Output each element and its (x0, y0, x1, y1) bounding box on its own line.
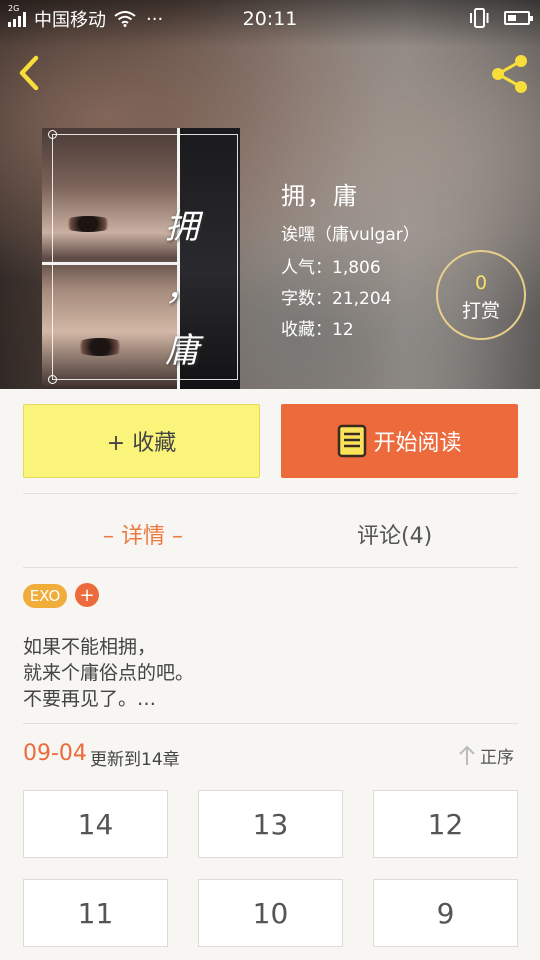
chapter-button[interactable]: 10 (198, 879, 343, 947)
book-cover[interactable]: 拥 ， 庸 (42, 128, 240, 389)
status-right (468, 8, 533, 28)
favorites-stat: 收藏：12 (281, 320, 354, 340)
battery-icon (504, 11, 533, 25)
book-author[interactable]: 诶嘿（庸vulgar） (281, 220, 420, 245)
sort-order-button[interactable]: 正序 (458, 743, 514, 768)
arrow-up-icon (459, 745, 475, 765)
popularity-stat: 人气：1,806 (281, 258, 381, 278)
chapter-button[interactable]: 14 (23, 790, 168, 858)
start-reading-label: 开始阅读 (373, 431, 462, 456)
tab-comments[interactable]: 评论(4) (357, 518, 432, 550)
description-line: 如果不能相拥， (23, 636, 157, 658)
vibrate-icon (470, 8, 489, 28)
description-line[interactable]: 不要再见了。… (23, 684, 156, 711)
chapter-button[interactable]: 12 (373, 790, 518, 858)
tab-details[interactable]: – 详情 – (103, 518, 183, 550)
tip-label: 打赏 (461, 300, 500, 322)
cover-frame-dot (48, 375, 57, 384)
cover-frame-dot (48, 130, 57, 139)
clock: 20:11 (242, 8, 298, 30)
start-reading-button[interactable]: 开始阅读 (281, 404, 518, 478)
update-status: 更新到14章 (90, 750, 180, 770)
add-favorite-label: + 收藏 (106, 431, 177, 456)
word-count-stat: 字数：21,204 (281, 289, 392, 309)
divider (23, 567, 518, 568)
book-header: 2G 中国移动 ··· 20:11 拥 ， 庸 拥，庸 诶嘿（庸vulgar） … (0, 0, 540, 389)
divider (23, 493, 518, 494)
cover-title-char: ， (165, 269, 199, 309)
tip-button[interactable]: 0 打赏 (436, 250, 526, 340)
tag-exo[interactable]: EXO (23, 584, 67, 608)
cover-title: 拥 ， 庸 (157, 196, 207, 382)
add-tag-button[interactable]: + (75, 583, 99, 607)
status-bar: 2G 中国移动 ··· 20:11 (0, 0, 540, 38)
book-title: 拥，庸 (281, 182, 359, 210)
book-icon (338, 424, 367, 458)
chapter-button[interactable]: 9 (373, 879, 518, 947)
description-line: 就来个庸俗点的吧。 (23, 662, 195, 684)
add-favorite-button[interactable]: + 收藏 (23, 404, 260, 478)
share-button[interactable] (488, 52, 532, 96)
back-button[interactable] (14, 52, 46, 94)
cover-title-char: 拥 (165, 207, 199, 247)
sort-order-label: 正序 (480, 748, 514, 768)
chapter-button[interactable]: 11 (23, 879, 168, 947)
tip-count: 0 (474, 272, 488, 294)
divider (23, 723, 518, 724)
cover-frame (52, 134, 238, 380)
cover-title-char: 庸 (165, 331, 199, 371)
chapter-button[interactable]: 13 (198, 790, 343, 858)
update-date: 09-04 (23, 741, 87, 766)
